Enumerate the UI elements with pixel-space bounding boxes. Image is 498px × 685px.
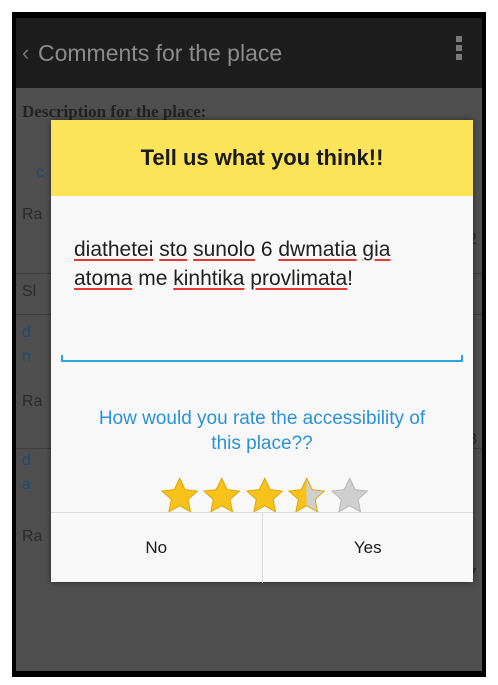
comment-word: dwmatia [278, 238, 357, 261]
comment-word: gia [362, 238, 391, 261]
dialog-header: Tell us what you think!! [51, 120, 473, 196]
overflow-menu-icon[interactable] [456, 36, 464, 63]
comment-word: ! [347, 267, 354, 290]
star-icon[interactable] [244, 476, 285, 514]
comment-word: sunolo [193, 238, 255, 261]
no-button[interactable]: No [51, 513, 262, 583]
action-bar: ‹ Comments for the place [16, 18, 482, 88]
bg-text-fragment: Ra [22, 393, 43, 410]
comment-word: atoma [74, 267, 133, 290]
back-chevron-icon[interactable]: ‹ [22, 40, 36, 66]
description-heading: Description for the place: [22, 102, 207, 121]
bg-text-fragment: c [36, 164, 44, 181]
comment-word: me [138, 267, 168, 290]
star-icon[interactable] [286, 476, 327, 514]
bg-text-fragment: Sl [22, 283, 37, 300]
device-frame: ‹ Comments for the place Description for… [12, 12, 486, 677]
bg-text-fragment: d [22, 324, 31, 341]
bg-text-fragment: a [22, 476, 31, 493]
bg-text-fragment: Ra [22, 206, 43, 223]
comment-input[interactable]: diathetei sto sunolo 6 dwmatia gia atoma… [74, 235, 454, 293]
dialog-title: Tell us what you think!! [140, 145, 384, 170]
bg-text-fragment: Ra [22, 528, 43, 545]
star-icon[interactable] [159, 476, 200, 514]
rating-bar[interactable] [159, 476, 371, 514]
bg-text-fragment: n [22, 348, 31, 365]
star-icon[interactable] [201, 476, 242, 514]
comment-word: 6 [260, 238, 273, 261]
dialog-button-bar: No Yes [51, 512, 473, 583]
comment-word: diathetei [74, 238, 154, 261]
comment-word: kinhtika [173, 267, 245, 290]
rating-dialog: Tell us what you think!! diathetei sto s… [51, 120, 473, 583]
page-title: Comments for the place [38, 39, 283, 66]
comment-word: sto [159, 238, 188, 261]
input-underline [61, 355, 463, 362]
screen: ‹ Comments for the place Description for… [16, 18, 482, 671]
rating-question: How would you rate the accessibility of … [98, 408, 426, 454]
comment-word: provlimata [250, 267, 348, 290]
bg-text-fragment: d [22, 452, 31, 469]
yes-button[interactable]: Yes [261, 513, 474, 583]
star-icon[interactable] [329, 476, 370, 514]
